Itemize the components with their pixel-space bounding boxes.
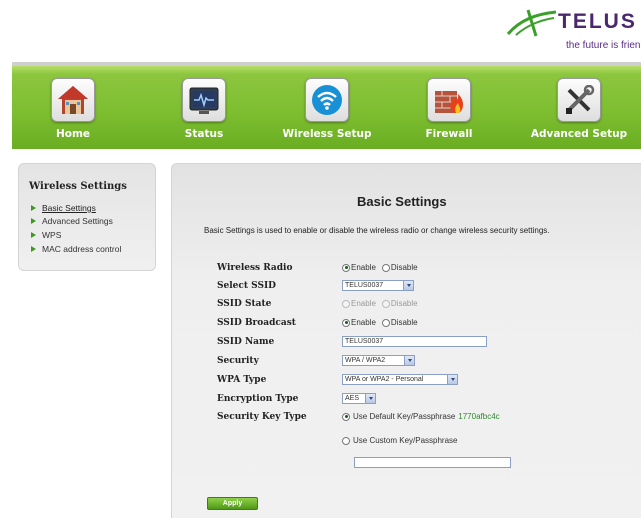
sidebar-item-basic-settings[interactable]: Basic Settings bbox=[31, 203, 96, 213]
custom-key-control bbox=[354, 457, 511, 468]
select-ssid-value: TELUS0037 bbox=[345, 282, 384, 289]
nav-advanced-setup[interactable]: Advanced Setup bbox=[529, 78, 629, 140]
nav-firewall-label: Firewall bbox=[425, 128, 473, 140]
sidebar-item-wps[interactable]: WPS bbox=[31, 230, 61, 240]
brand-name: TELUS bbox=[558, 10, 637, 33]
chevron-down-icon bbox=[403, 281, 413, 290]
sidebar-item-mac-address-control[interactable]: MAC address control bbox=[31, 244, 121, 254]
triangle-bullet-icon bbox=[31, 246, 36, 252]
security-value: WPA / WPA2 bbox=[345, 357, 386, 364]
encryption-type-value: AES bbox=[345, 395, 360, 402]
nav-status-label: Status bbox=[184, 128, 224, 140]
radio-option-label: Disable bbox=[390, 263, 418, 272]
wireless-radio-enable-radio[interactable] bbox=[342, 263, 350, 272]
tools-icon bbox=[557, 78, 601, 122]
wireless-radio-label: Wireless Radio bbox=[217, 263, 293, 273]
chevron-down-icon bbox=[404, 356, 414, 365]
encryption-type-dropdown[interactable]: AES bbox=[342, 393, 376, 404]
default-key-value: 1770afbc4c bbox=[458, 412, 500, 421]
sidebar-item-label: Advanced Settings bbox=[42, 216, 113, 226]
ssid-broadcast-label: SSID Broadcast bbox=[217, 318, 296, 328]
ssid-broadcast-enable-radio[interactable] bbox=[342, 318, 350, 327]
custom-key-radio[interactable] bbox=[342, 436, 350, 445]
security-key-type-label: Security Key Type bbox=[217, 412, 307, 422]
select-ssid-label: Select SSID bbox=[217, 281, 276, 291]
firewall-icon bbox=[427, 78, 471, 122]
nav-wireless-setup[interactable]: Wireless Setup bbox=[282, 78, 372, 140]
ssid-state-disable-radio[interactable] bbox=[381, 299, 390, 308]
ssid-state-group: Enable Disable bbox=[342, 299, 424, 308]
radio-option-label: Enable bbox=[351, 263, 376, 272]
chevron-down-icon bbox=[365, 394, 375, 403]
custom-key-option: Use Custom Key/Passphrase bbox=[342, 436, 458, 445]
nav-firewall[interactable]: Firewall bbox=[404, 78, 494, 140]
custom-key-label: Use Custom Key/Passphrase bbox=[353, 436, 458, 445]
ssid-state-label: SSID State bbox=[217, 299, 272, 309]
page-title: Basic Settings bbox=[357, 194, 447, 209]
security-label: Security bbox=[217, 356, 259, 366]
apply-button[interactable]: Apply bbox=[207, 497, 258, 510]
sidebar-item-label: WPS bbox=[42, 230, 62, 240]
sidebar-item-label: Basic Settings bbox=[42, 203, 96, 213]
wpa-type-label: WPA Type bbox=[217, 375, 267, 385]
main-nav-bar: Home Status Wireless Setup Firewall Adva… bbox=[12, 62, 641, 149]
nav-home-label: Home bbox=[55, 128, 91, 140]
nav-advanced-setup-label: Advanced Setup bbox=[530, 128, 628, 140]
radio-option-label: Disable bbox=[390, 318, 418, 327]
select-ssid-control: TELUS0037 bbox=[342, 280, 414, 291]
security-control: WPA / WPA2 bbox=[342, 355, 415, 366]
wireless-radio-disable-radio[interactable] bbox=[381, 263, 390, 272]
home-icon bbox=[51, 78, 95, 122]
security-dropdown[interactable]: WPA / WPA2 bbox=[342, 355, 415, 366]
ssid-broadcast-disable-radio[interactable] bbox=[381, 318, 390, 327]
triangle-bullet-icon bbox=[31, 218, 36, 224]
sidebar: Wireless Settings Basic Settings Advance… bbox=[18, 163, 156, 271]
sidebar-item-advanced-settings[interactable]: Advanced Settings bbox=[31, 216, 113, 226]
wpa-type-dropdown[interactable]: WPA or WPA2 - Personal bbox=[342, 374, 458, 385]
radio-option-label: Enable bbox=[351, 299, 376, 308]
wireless-radio-group: Enable Disable bbox=[342, 263, 424, 272]
ssid-name-label: SSID Name bbox=[217, 337, 275, 347]
default-key-option: Use Default Key/Passphrase 1770afbc4c bbox=[342, 412, 500, 421]
brand-tagline: the future is friendly bbox=[566, 40, 641, 51]
radio-option-label: Enable bbox=[351, 318, 376, 327]
nav-home[interactable]: Home bbox=[28, 78, 118, 140]
nav-status[interactable]: Status bbox=[159, 78, 249, 140]
wpa-type-control: WPA or WPA2 - Personal bbox=[342, 374, 458, 385]
default-key-label: Use Default Key/Passphrase bbox=[353, 412, 456, 421]
wpa-type-value: WPA or WPA2 - Personal bbox=[345, 376, 424, 383]
wifi-icon bbox=[305, 78, 349, 122]
chevron-down-icon bbox=[447, 375, 457, 384]
triangle-bullet-icon bbox=[31, 205, 36, 211]
telus-swoosh-icon bbox=[506, 9, 557, 37]
ssid-broadcast-group: Enable Disable bbox=[342, 318, 424, 327]
encryption-type-control: AES bbox=[342, 393, 376, 404]
ssid-name-control: TELUS0037 bbox=[342, 336, 487, 347]
select-ssid-dropdown[interactable]: TELUS0037 bbox=[342, 280, 414, 291]
ssid-state-enable-radio[interactable] bbox=[342, 299, 350, 308]
radio-option-label: Disable bbox=[390, 299, 418, 308]
ssid-name-input[interactable]: TELUS0037 bbox=[342, 336, 487, 347]
nav-wireless-setup-label: Wireless Setup bbox=[282, 128, 372, 140]
sidebar-title: Wireless Settings bbox=[29, 181, 127, 192]
encryption-type-label: Encryption Type bbox=[217, 394, 299, 404]
triangle-bullet-icon bbox=[31, 232, 36, 238]
status-monitor-icon bbox=[182, 78, 226, 122]
page-description: Basic Settings is used to enable or disa… bbox=[204, 226, 550, 235]
basic-settings-panel: Basic Settings Basic Settings is used to… bbox=[171, 163, 641, 518]
sidebar-item-label: MAC address control bbox=[42, 244, 122, 254]
custom-key-input[interactable] bbox=[354, 457, 511, 468]
default-key-radio[interactable] bbox=[342, 412, 350, 421]
